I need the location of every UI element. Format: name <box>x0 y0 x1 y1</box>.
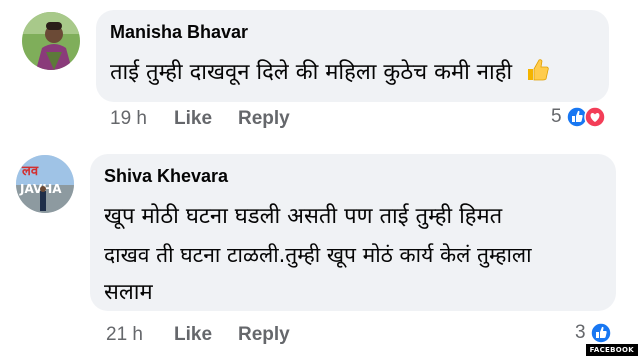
comment-text: खूप मोठी घटना घडली असती पण ताई तुम्ही हि… <box>104 198 532 312</box>
comment-text-line-content: ताई तुम्ही दाखवून दिले की महिला कुठेच कम… <box>110 60 513 85</box>
comment-text: ताई तुम्ही दाखवून दिले की महिला कुठेच कम… <box>110 56 551 86</box>
like-button[interactable]: Like <box>174 324 212 346</box>
comment-text-line: दाखव ती घटना टाळली.तुम्ही खूप मोठं कार्य… <box>104 243 532 267</box>
comment-bubble: Shiva Khevara खूप मोठी घटना घडली असती पण… <box>90 154 616 311</box>
comment-author[interactable]: Shiva Khevara <box>104 166 228 187</box>
reply-button[interactable]: Reply <box>238 324 290 346</box>
comment-bubble: Manisha Bhavar ताई तुम्ही दाखवून दिले की… <box>96 10 609 102</box>
comment-timestamp[interactable]: 21 h <box>106 324 143 346</box>
reaction-count: 3 <box>575 322 586 343</box>
comment-timestamp[interactable]: 19 h <box>110 108 147 130</box>
comment-actions: 19 h Like Reply <box>110 108 370 132</box>
facebook-watermark: FACEBOOK <box>585 344 638 356</box>
svg-text:लव: लव <box>21 164 39 179</box>
love-icon <box>583 106 606 128</box>
comment-author[interactable]: Manisha Bhavar <box>110 22 248 43</box>
thumbs-up-emoji-icon <box>525 57 551 83</box>
comment-text-line: खूप मोठी घटना घडली असती पण ताई तुम्ही हि… <box>104 204 503 229</box>
reply-button[interactable]: Reply <box>238 108 290 130</box>
reaction-count: 5 <box>551 106 562 127</box>
avatar[interactable]: लव JAVHA <box>16 155 74 213</box>
comment-text-line: सलाम <box>104 280 153 305</box>
reaction-summary[interactable]: 5 <box>551 106 606 128</box>
like-button[interactable]: Like <box>174 108 212 130</box>
comment-actions: 21 h Like Reply <box>106 324 366 348</box>
reaction-summary[interactable]: 3 <box>575 322 612 344</box>
comment-text-line: ताई तुम्ही दाखवून दिले की महिला कुठेच कम… <box>110 56 551 86</box>
avatar[interactable] <box>22 12 80 70</box>
like-icon <box>589 322 612 344</box>
